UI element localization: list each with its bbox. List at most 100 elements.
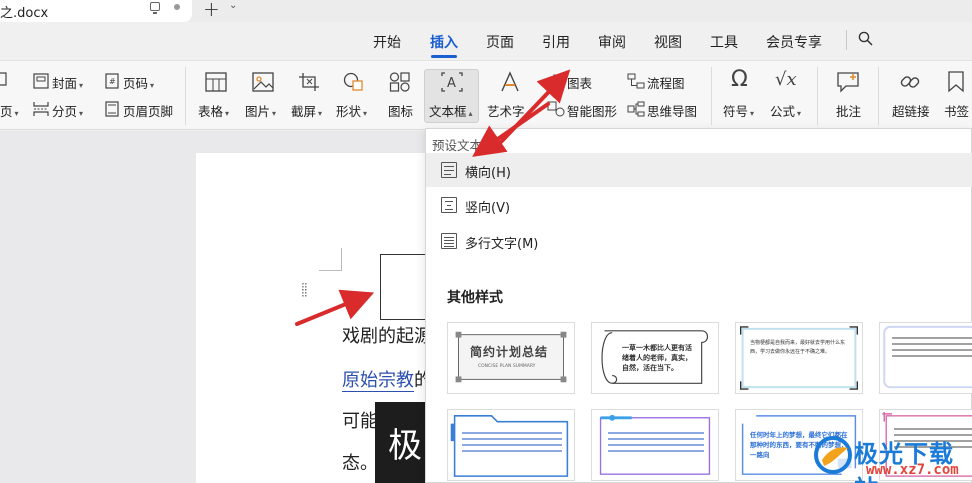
textbox-horizontal-option[interactable]: 横向(H) bbox=[426, 153, 972, 187]
flowchart-button[interactable]: 流程图 bbox=[647, 73, 685, 92]
wordart-label: 艺术字 bbox=[487, 104, 525, 119]
header-footer-button[interactable]: 页眉页脚 bbox=[123, 101, 173, 120]
new-tab-plus-icon[interactable]: + bbox=[203, 0, 220, 21]
search-icon[interactable] bbox=[858, 31, 873, 46]
hyperlink-button[interactable]: 超链接 bbox=[892, 101, 930, 120]
flowchart-label: 流程图 bbox=[647, 76, 685, 91]
icon-button[interactable]: 图标 bbox=[388, 101, 413, 120]
menu-review[interactable]: 审阅 bbox=[598, 32, 626, 52]
thumbnail-placeholder-lines bbox=[462, 432, 562, 456]
menu-references[interactable]: 引用 bbox=[542, 32, 570, 52]
cover-button[interactable]: 封面 ▾ bbox=[52, 73, 83, 92]
picture-button[interactable]: 图片 ▾ bbox=[245, 101, 276, 120]
menu-divider bbox=[846, 30, 847, 50]
picture-icon bbox=[252, 72, 274, 92]
header-footer-label: 页眉页脚 bbox=[123, 104, 174, 119]
comment-button[interactable]: 批注 bbox=[836, 101, 861, 120]
textbox-style-thumbnail[interactable]: 简约计划总结 CONCISE PLAN SUMMARY bbox=[447, 322, 575, 394]
textbox-style-thumbnail[interactable] bbox=[591, 409, 719, 481]
screenshot-label: 截屏 bbox=[291, 104, 317, 119]
thumbnail-placeholder-lines bbox=[608, 432, 704, 456]
page-number-button[interactable]: 页码 ▾ bbox=[123, 73, 154, 92]
ribbon-toolbar: 页 ▾ 封面 ▾ 分页 ▾ # 页码 ▾ 页眉页脚 表格 ▾ 图片 ▾ 截屏 ▾ 形状 ▾ 图标… bbox=[0, 60, 972, 130]
document-text: 可能 bbox=[342, 411, 378, 432]
cover-icon bbox=[33, 73, 49, 89]
menu-page[interactable]: 页面 bbox=[486, 32, 514, 52]
thumbnail-placeholder-lines bbox=[892, 337, 972, 361]
formula-icon: √x bbox=[775, 69, 797, 90]
bookmark-button[interactable]: 书签 bbox=[944, 101, 969, 120]
picture-label: 图片 bbox=[245, 104, 271, 119]
document-tab[interactable]: 之.docx bbox=[0, 0, 192, 22]
inserted-textbox[interactable] bbox=[380, 254, 428, 320]
section-break-icon bbox=[33, 102, 49, 116]
menu-insert[interactable]: 插入 bbox=[430, 32, 458, 52]
other-styles-title: 其他样式 bbox=[447, 290, 503, 306]
flowchart-icon bbox=[627, 73, 645, 89]
site-watermark: 极光下载站 www.xz7.com bbox=[812, 432, 972, 483]
link-icon bbox=[900, 76, 920, 88]
margin-corner-mark bbox=[319, 270, 342, 271]
wordart-icon bbox=[501, 71, 519, 92]
shape-icon bbox=[343, 72, 363, 91]
smartart-icon bbox=[547, 101, 565, 117]
mindmap-icon bbox=[627, 101, 645, 117]
menu-tools[interactable]: 工具 bbox=[710, 32, 738, 52]
page-break-label: 页 bbox=[0, 104, 13, 119]
thumbnail-text: 一草一木都比人更有活绪着人的老师，真实，自然，活在当下。 bbox=[622, 344, 692, 372]
preset-textbox-section-label: 预设文本框 bbox=[432, 138, 495, 153]
document-text-line: 可能 bbox=[342, 407, 378, 433]
screenshot-icon bbox=[299, 73, 319, 91]
watermark-url: www.xz7.com bbox=[866, 462, 959, 478]
shape-button[interactable]: 形状 ▾ bbox=[336, 101, 367, 120]
monitor-icon[interactable] bbox=[150, 2, 160, 14]
ribbon-divider bbox=[711, 67, 712, 125]
section-break-button[interactable]: 分页 ▾ bbox=[52, 101, 83, 120]
screenshot-button[interactable]: 截屏 ▾ bbox=[291, 101, 322, 120]
thumbnail-subtitle: CONCISE PLAN SUMMARY bbox=[478, 364, 536, 369]
document-text-line: 原始宗教的 bbox=[342, 366, 432, 392]
menu-member[interactable]: 会员专享 bbox=[766, 32, 822, 52]
textbox-style-thumbnail[interactable]: 一草一木都比人更有活绪着人的老师，真实，自然，活在当下。 bbox=[591, 322, 719, 394]
thumbnail-text: 当物梗都是自我而来，最好就去学用什么东西，学习去做你永远在于不确之难。 bbox=[750, 340, 846, 355]
page-break-button[interactable]: 页 ▾ bbox=[0, 101, 19, 120]
menu-view[interactable]: 视图 bbox=[654, 32, 682, 52]
document-text-line: 戏剧的起源 bbox=[342, 322, 432, 348]
textbox-style-thumbnail[interactable] bbox=[879, 322, 972, 394]
active-menu-indicator bbox=[431, 55, 457, 58]
symbol-label: 符号 bbox=[723, 104, 749, 119]
header-footer-icon bbox=[105, 101, 119, 117]
page-icon[interactable] bbox=[0, 71, 8, 87]
chart-button[interactable]: 图表 bbox=[567, 73, 592, 92]
drag-handle-icon[interactable]: ⁝⁝ ⁝⁝ bbox=[301, 281, 308, 299]
option-label: 多行文字(M) bbox=[465, 237, 539, 252]
formula-button[interactable]: 公式 ▾ bbox=[770, 101, 801, 120]
shape-label: 形状 bbox=[336, 104, 362, 119]
textbox-label: 文本框 bbox=[429, 104, 467, 119]
textbox-vertical-option[interactable]: 竖向(V) bbox=[426, 188, 972, 222]
document-hyperlink[interactable]: 原始宗教 bbox=[342, 370, 414, 392]
hyperlink-label: 超链接 bbox=[892, 104, 930, 119]
textbox-multiline-option[interactable]: 多行文字(M) bbox=[426, 224, 972, 258]
smartart-label: 智能图形 bbox=[567, 104, 618, 119]
chevron-down-icon[interactable]: ⌄ bbox=[229, 0, 237, 11]
table-icon bbox=[205, 72, 227, 92]
formula-label: 公式 bbox=[770, 104, 796, 119]
margin-corner-mark bbox=[341, 248, 342, 271]
horizontal-textbox-icon bbox=[441, 162, 457, 178]
mindmap-button[interactable]: 思维导图 bbox=[647, 101, 697, 120]
smartart-button[interactable]: 智能图形 bbox=[567, 101, 617, 120]
chart-label: 图表 bbox=[567, 76, 593, 91]
title-bar: 之.docx + ⌄ bbox=[0, 0, 972, 22]
brand-logo-icon bbox=[814, 436, 852, 474]
page-number-icon: # bbox=[105, 73, 119, 89]
bookmark-icon bbox=[948, 71, 964, 93]
textbox-style-thumbnail[interactable]: 当物梗都是自我而来，最好就去学用什么东西，学习去做你永远在于不确之难。 bbox=[735, 322, 863, 394]
textbox-style-thumbnail[interactable] bbox=[447, 409, 575, 481]
menu-home[interactable]: 开始 bbox=[373, 32, 401, 52]
table-button[interactable]: 表格 ▾ bbox=[198, 101, 229, 120]
document-text-line: 态。 bbox=[342, 449, 378, 475]
wordart-button[interactable]: 艺术字 ▾ bbox=[487, 101, 531, 120]
chart-icon bbox=[547, 74, 565, 89]
symbol-button[interactable]: 符号 ▾ bbox=[723, 101, 754, 120]
